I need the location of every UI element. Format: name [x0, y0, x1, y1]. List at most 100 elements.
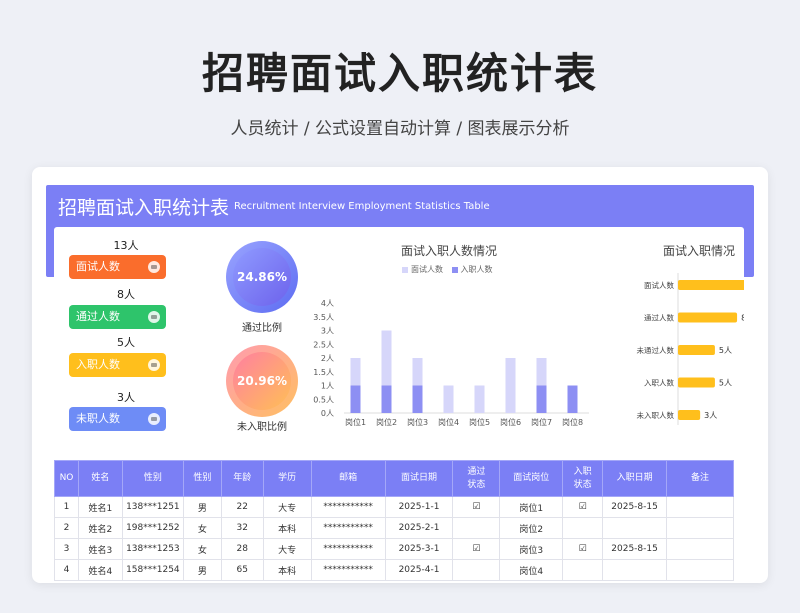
- table-cell[interactable]: [452, 517, 501, 539]
- value-label: 5人: [719, 346, 732, 355]
- bar-hired: [350, 385, 361, 413]
- table-cell[interactable]: [602, 559, 668, 581]
- x-tick-label: 岗位8: [562, 417, 583, 427]
- column-header[interactable]: 性别: [182, 460, 222, 497]
- table-cell[interactable]: 本科: [262, 517, 312, 539]
- table-cell[interactable]: 28: [220, 538, 264, 560]
- stat-count-interviews: 13人: [113, 239, 139, 252]
- page-title: 招聘面试入职统计表: [201, 49, 598, 98]
- legend-swatch-interviews: [402, 266, 408, 273]
- table-cell[interactable]: [666, 496, 734, 518]
- stat-label: 面试人数: [76, 260, 120, 273]
- table-cell[interactable]: 2025-4-1: [384, 559, 454, 581]
- table-cell[interactable]: 女: [182, 517, 222, 539]
- table-icon: [148, 311, 160, 323]
- table-cell[interactable]: 158***1254: [121, 559, 184, 581]
- chart-legend: 面试人数 入职人数: [396, 264, 493, 275]
- table-cell[interactable]: 大专: [262, 538, 312, 560]
- column-header[interactable]: 性别: [121, 460, 184, 497]
- page-subtitle: 人员统计 / 公式设置自动计算 / 图表展示分析: [230, 119, 570, 139]
- table-cell[interactable]: 2025-1-1: [384, 496, 454, 518]
- interview-hire-bar-chart: 0人 0.5人 1人 1.5人 2人 2.5人 3人 3.5人 4人岗位1 岗位2 岗位3 岗位4 岗位…: [313, 299, 589, 427]
- table-cell[interactable]: 32: [220, 517, 264, 539]
- table-cell[interactable]: 男: [182, 496, 222, 518]
- table-cell[interactable]: [666, 517, 734, 539]
- table-cell[interactable]: [666, 538, 734, 560]
- stat-pill-not-hired: 未职人数: [69, 407, 166, 431]
- table-cell[interactable]: 大专: [262, 496, 312, 518]
- stat-pill-passed: 通过人数: [69, 305, 166, 329]
- x-tick-label: 岗位5: [469, 417, 490, 427]
- column-header[interactable]: 学历: [262, 460, 312, 497]
- table-cell[interactable]: 2025-8-15: [602, 538, 668, 560]
- table-cell[interactable]: 姓名4: [77, 559, 123, 581]
- table-cell[interactable]: 138***1253: [121, 538, 184, 560]
- column-header[interactable]: NO: [54, 460, 79, 497]
- pass-rate-label: 通过比例: [242, 323, 282, 334]
- x-tick-label: 岗位6: [500, 417, 521, 427]
- table-cell[interactable]: 姓名2: [77, 517, 123, 539]
- x-tick-label: 岗位7: [531, 417, 552, 427]
- column-header[interactable]: 备注: [666, 460, 734, 497]
- table-icon: [148, 359, 160, 371]
- bar-hired: [567, 385, 578, 413]
- column-header[interactable]: 年龄: [220, 460, 264, 497]
- table-cell[interactable]: 65: [220, 559, 264, 581]
- category-label: 未通过人数: [637, 345, 675, 355]
- table-cell[interactable]: 2025-3-1: [384, 538, 454, 560]
- table-cell[interactable]: ***********: [310, 538, 386, 560]
- table-cell[interactable]: 本科: [262, 559, 312, 581]
- table-cell[interactable]: 岗位3: [499, 538, 564, 560]
- status-bar: [678, 345, 715, 355]
- bar-hired: [412, 385, 423, 413]
- column-header[interactable]: 面试岗位: [499, 460, 564, 497]
- y-tick-label: 0.5人: [313, 395, 334, 404]
- table-cell[interactable]: 姓名1: [77, 496, 123, 518]
- table-cell[interactable]: 2025-8-15: [602, 496, 668, 518]
- table-cell[interactable]: 22: [220, 496, 264, 518]
- table-cell[interactable]: ***********: [310, 517, 386, 539]
- table-cell[interactable]: 岗位1: [499, 496, 564, 518]
- table-cell[interactable]: 男: [182, 559, 222, 581]
- table-row: 1 姓名1 138***1251 男 22 大专 *********** 2025-1-1 ☑ 岗…: [54, 496, 734, 518]
- table-cell[interactable]: [452, 559, 501, 581]
- table-cell[interactable]: 4: [54, 559, 79, 581]
- y-tick-label: 4人: [321, 299, 334, 308]
- table-row: 4 姓名4 158***1254 男 65 本科 *********** 2025-4-1 岗位…: [54, 559, 734, 581]
- stat-count-passed: 8人: [117, 288, 135, 301]
- table-cell[interactable]: 138***1251: [121, 496, 184, 518]
- table-cell[interactable]: ☑: [562, 538, 604, 560]
- table-cell[interactable]: 3: [54, 538, 79, 560]
- table-icon: [148, 261, 160, 273]
- table-cell[interactable]: [562, 517, 604, 539]
- table-cell[interactable]: 2025-2-1: [384, 517, 454, 539]
- column-header[interactable]: 通过 状态: [452, 460, 501, 497]
- table-cell[interactable]: ☑: [562, 496, 604, 518]
- y-tick-label: 2.5人: [313, 340, 334, 349]
- column-header[interactable]: 入职日期: [602, 460, 668, 497]
- table-cell[interactable]: 2: [54, 517, 79, 539]
- column-header[interactable]: 邮箱: [310, 460, 386, 497]
- table-cell[interactable]: [602, 517, 668, 539]
- table-cell[interactable]: 岗位4: [499, 559, 564, 581]
- banner-title-cn: 招聘面试入职统计表: [58, 197, 230, 219]
- table-cell[interactable]: ☑: [452, 538, 501, 560]
- table-cell[interactable]: [666, 559, 734, 581]
- table-body: 1 姓名1 138***1251 男 22 大专 *********** 2025-1-1 ☑ 岗…: [54, 496, 734, 581]
- stat-label: 未职人数: [76, 412, 120, 425]
- interview-status-chart-title: 面试入职情况: [662, 244, 735, 258]
- column-header[interactable]: 面试日期: [384, 460, 454, 497]
- table-cell[interactable]: ***********: [310, 496, 386, 518]
- table-cell[interactable]: 姓名3: [77, 538, 123, 560]
- y-tick-label: 1人: [321, 382, 334, 391]
- table-cell[interactable]: 岗位2: [499, 517, 564, 539]
- column-header[interactable]: 入职 状态: [562, 460, 604, 497]
- table-cell[interactable]: 198***1252: [121, 517, 184, 539]
- column-header[interactable]: 姓名: [77, 460, 123, 497]
- table-cell[interactable]: 女: [182, 538, 222, 560]
- table-cell[interactable]: [562, 559, 604, 581]
- category-label: 未入职人数: [637, 410, 675, 420]
- table-cell[interactable]: 1: [54, 496, 79, 518]
- table-cell[interactable]: ***********: [310, 559, 386, 581]
- table-cell[interactable]: ☑: [452, 496, 501, 518]
